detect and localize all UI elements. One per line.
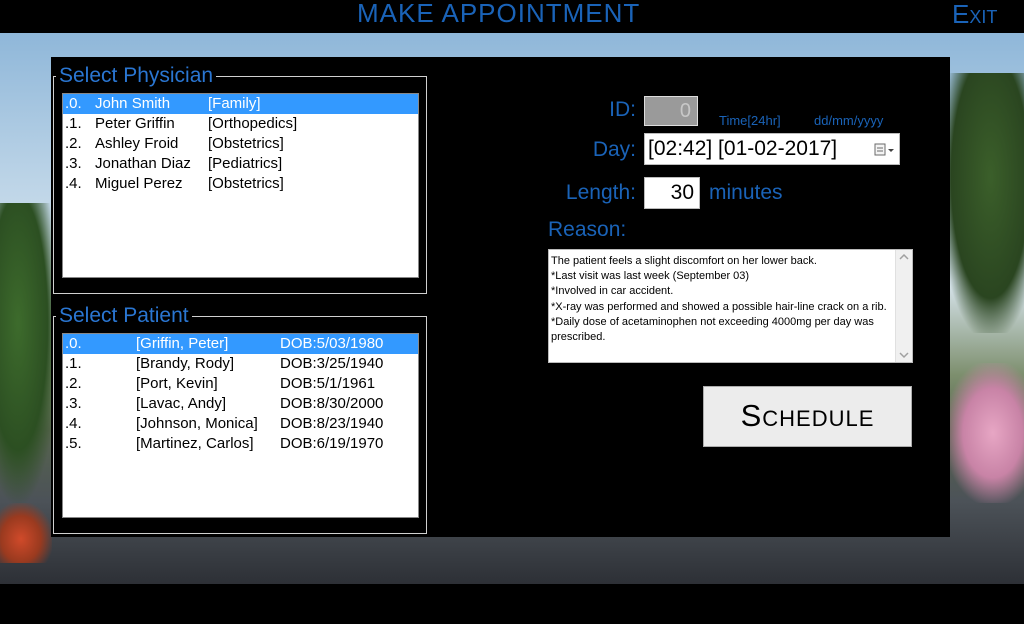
patient-list-item[interactable]: .4. [Johnson, Monica] DOB:8/23/1940: [63, 414, 418, 434]
physician-list-item[interactable]: .4. Miguel Perez [Obstetrics]: [63, 174, 418, 194]
time-format-hint: Time[24hr]: [719, 113, 781, 128]
background-tree: [940, 73, 1024, 333]
patient-index: .4.: [65, 415, 82, 432]
physician-index: .3.: [65, 155, 82, 172]
length-label: Length:: [565, 181, 636, 204]
physician-index: .1.: [65, 115, 82, 132]
schedule-button[interactable]: Schedule: [703, 386, 912, 447]
id-label: ID:: [609, 98, 636, 121]
patient-name: [Martinez, Carlos]: [136, 435, 254, 452]
physician-name: Peter Griffin: [95, 115, 175, 132]
physician-name: Ashley Froid: [95, 135, 179, 152]
day-label: Day:: [592, 138, 636, 161]
physician-list-item[interactable]: .1. Peter Griffin [Orthopedics]: [63, 114, 418, 134]
scroll-arrows-icon: [899, 253, 909, 359]
patient-index: .3.: [65, 395, 82, 412]
calendar-dropdown-icon[interactable]: [872, 141, 898, 159]
patient-dob: DOB:5/1/1961: [280, 375, 376, 392]
patient-list-item[interactable]: .3. [Lavac, Andy] DOB:8/30/2000: [63, 394, 418, 414]
physician-specialty: [Pediatrics]: [208, 155, 283, 172]
patient-dob: DOB:5/03/1980: [280, 335, 384, 352]
patient-list-item[interactable]: .0. [Griffin, Peter] DOB:5/03/1980: [63, 334, 418, 354]
physician-list-item[interactable]: .2. Ashley Froid [Obstetrics]: [63, 134, 418, 154]
physician-specialty: [Obstetrics]: [208, 175, 284, 192]
physician-index: .4.: [65, 175, 82, 192]
bottom-bar: [0, 584, 1024, 624]
patient-index: .0.: [65, 335, 82, 352]
patient-name: [Griffin, Peter]: [136, 335, 229, 352]
physician-specialty: [Obstetrics]: [208, 135, 284, 152]
patient-listbox[interactable]: .0. [Griffin, Peter] DOB:5/03/1980 .1. [Bran…: [62, 333, 419, 518]
physician-specialty: [Family]: [208, 95, 261, 112]
patient-index: .2.: [65, 375, 82, 392]
physician-index: .2.: [65, 135, 82, 152]
length-input[interactable]: 30: [644, 177, 700, 209]
title-bar: MAKE APPOINTMENT Exit: [0, 0, 1024, 33]
physician-index: .0.: [65, 95, 82, 112]
patient-dob: DOB:3/25/1940: [280, 355, 384, 372]
physician-name: Jonathan Diaz: [95, 155, 191, 172]
patient-name: [Port, Kevin]: [136, 375, 218, 392]
day-value: [02:42] [01-02-2017]: [648, 137, 838, 160]
page-title: MAKE APPOINTMENT: [357, 0, 641, 28]
physician-specialty: [Orthopedics]: [208, 115, 298, 132]
patient-name: [Brandy, Rody]: [136, 355, 235, 372]
physician-list-item[interactable]: .0. John Smith [Family]: [63, 94, 418, 114]
length-unit: minutes: [709, 181, 783, 204]
physician-group-title: Select Physician: [59, 64, 214, 87]
physician-name: Miguel Perez: [95, 175, 183, 192]
date-format-hint: dd/mm/yyyy: [814, 113, 884, 128]
background-flowers: [0, 503, 52, 563]
patient-list-item[interactable]: .5. [Martinez, Carlos] DOB:6/19/1970: [63, 434, 418, 454]
day-datetime-picker[interactable]: [02:42] [01-02-2017]: [644, 133, 900, 165]
patient-index: .1.: [65, 355, 82, 372]
physician-list-item[interactable]: .3. Jonathan Diaz [Pediatrics]: [63, 154, 418, 174]
background-blossom-tree: [946, 363, 1024, 503]
reason-label: Reason:: [548, 218, 627, 241]
patient-list-item[interactable]: .2. [Port, Kevin] DOB:5/1/1961: [63, 374, 418, 394]
patient-index: .5.: [65, 435, 82, 452]
physician-listbox[interactable]: .0. John Smith [Family] .1. Peter Griffin [Or…: [62, 93, 419, 278]
physician-name: John Smith: [95, 95, 171, 112]
reason-scrollbar[interactable]: [895, 250, 912, 362]
patient-dob: DOB:8/23/1940: [280, 415, 384, 432]
reason-text: The patient feels a slight discomfort on…: [551, 255, 887, 344]
patient-name: [Johnson, Monica]: [136, 415, 258, 432]
patient-dob: DOB:6/19/1970: [280, 435, 384, 452]
patient-list-item[interactable]: .1. [Brandy, Rody] DOB:3/25/1940: [63, 354, 418, 374]
patient-group-title: Select Patient: [59, 304, 189, 327]
id-field: 0: [644, 96, 698, 126]
reason-textarea[interactable]: The patient feels a slight discomfort on…: [548, 249, 913, 363]
patient-dob: DOB:8/30/2000: [280, 395, 384, 412]
patient-name: [Lavac, Andy]: [136, 395, 227, 412]
exit-button[interactable]: Exit: [952, 0, 997, 30]
